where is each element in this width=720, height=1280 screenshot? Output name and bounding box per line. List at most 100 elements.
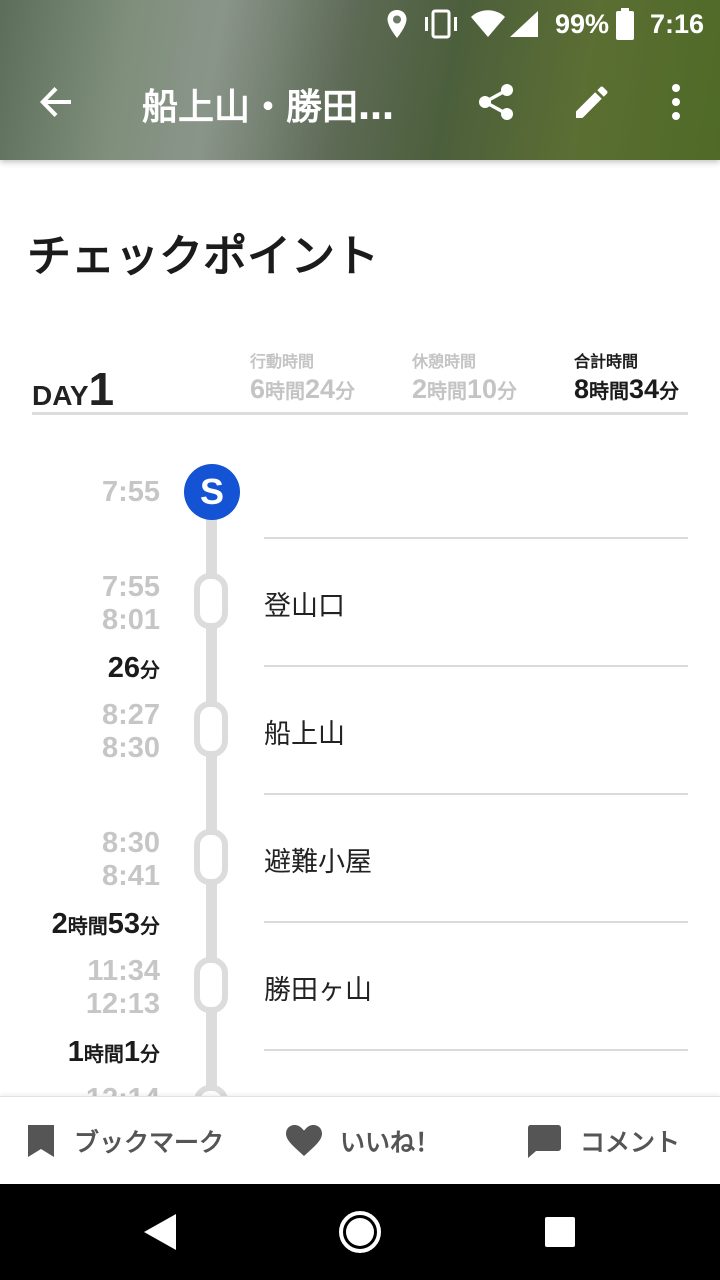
checkpoint-node [194, 573, 228, 629]
comment-label: コメント [580, 1128, 681, 1157]
duration-hours: 1 [67, 1036, 84, 1068]
stat-minutes: 24 [305, 374, 336, 404]
nav-back-button[interactable] [136, 1208, 184, 1256]
day-number: 1 [88, 363, 115, 415]
more-vert-icon [672, 84, 680, 120]
system-navigation-bar [0, 1184, 720, 1280]
header: 99% 7:16 船上山・勝田… [0, 0, 720, 160]
stat-minutes-unit: 分 [497, 381, 518, 403]
battery-icon [614, 0, 636, 48]
like-button[interactable]: いいね！ [286, 1097, 440, 1185]
stat-active-time: 行動時間 6時間24分 [250, 348, 355, 405]
triangle-back-icon [144, 1214, 176, 1250]
signal-icon [508, 0, 540, 48]
stat-hours-unit: 時間 [427, 381, 468, 403]
status-bar: 99% 7:16 [0, 0, 720, 48]
stat-minutes-unit: 分 [659, 381, 680, 403]
checkpoint-name[interactable]: 登山口 [264, 584, 345, 623]
depart-time: 8:41 [101, 860, 160, 892]
bookmark-button[interactable]: ブックマーク [26, 1097, 224, 1185]
arrive-time: 8:30 [101, 827, 160, 859]
start-time: 7:55 [101, 476, 160, 508]
day-label: DAY1 [32, 362, 114, 416]
checkpoint-name[interactable]: 勝田ヶ山 [264, 968, 372, 1007]
duration-hours-unit: 時間 [83, 1044, 124, 1066]
day-summary: DAY1 行動時間 6時間24分 休憩時間 2時間10分 合計時間 8時間34分 [32, 340, 688, 415]
comment-icon [528, 1125, 561, 1158]
arrive-time: 8:27 [101, 699, 160, 731]
stat-hours-unit: 時間 [589, 381, 630, 403]
square-recents-icon [545, 1217, 575, 1247]
stat-total-time: 合計時間 8時間34分 [574, 348, 679, 405]
more-menu-button[interactable] [648, 74, 704, 130]
stat-label: 行動時間 [250, 354, 315, 371]
wifi-icon [470, 0, 506, 48]
page-title: チェックポイント [27, 231, 379, 282]
location-icon [386, 0, 408, 48]
pencil-icon [576, 86, 608, 118]
share-button[interactable] [468, 74, 524, 130]
checkpoint-name[interactable]: 船上山 [264, 712, 345, 751]
battery-percent: 99% [555, 8, 610, 39]
nav-home-button[interactable] [336, 1208, 384, 1256]
app-bar: 船上山・勝田… [0, 48, 720, 160]
separator [264, 537, 688, 539]
duration-minutes-unit: 分 [140, 1044, 160, 1066]
like-label: いいね！ [340, 1128, 441, 1157]
separator [264, 793, 688, 795]
checkpoint-time: 8:27 8:30 [102, 699, 160, 765]
depart-time: 8:01 [101, 604, 160, 636]
separator [264, 1049, 688, 1051]
depart-time: 12:13 [85, 988, 160, 1020]
back-button[interactable] [28, 74, 84, 130]
duration-minutes: 1 [123, 1036, 140, 1068]
duration-minutes: 26 [107, 652, 140, 684]
start-badge: S [184, 464, 240, 520]
duration-minutes-unit: 分 [140, 916, 160, 938]
duration-hours-unit: 時間 [67, 916, 108, 938]
segment-duration: 1時間1分 [68, 1036, 160, 1069]
stat-hours-unit: 時間 [265, 381, 306, 403]
duration-hours: 2 [51, 908, 68, 940]
arrive-time: 11:34 [87, 955, 160, 987]
segment-duration: 2時間53分 [52, 908, 160, 941]
checkpoint-time: 11:34 12:13 [86, 955, 160, 1021]
duration-minutes-unit: 分 [140, 660, 160, 682]
depart-time: 8:30 [101, 732, 160, 764]
bookmark-label: ブックマーク [74, 1128, 225, 1157]
checkpoint-time: 7:55 8:01 [102, 571, 160, 637]
edit-button[interactable] [564, 74, 620, 130]
stat-label: 休憩時間 [412, 354, 477, 371]
comment-button[interactable]: コメント [526, 1097, 680, 1185]
separator [264, 665, 688, 667]
stat-label: 合計時間 [574, 354, 639, 371]
arrow-back-icon [40, 87, 71, 117]
heart-icon [286, 1125, 322, 1156]
day-text: DAY [32, 380, 89, 411]
share-icon [479, 84, 513, 120]
checkpoint-name[interactable]: 避難小屋 [264, 840, 372, 879]
checkpoint-node [194, 957, 228, 1013]
stat-minutes: 34 [629, 374, 660, 404]
checkpoint-node [194, 701, 228, 757]
stat-rest-time: 休憩時間 2時間10分 [412, 348, 517, 405]
clock: 7:16 [650, 8, 705, 39]
checkpoint-time: 8:30 8:41 [102, 827, 160, 893]
stat-hours: 2 [412, 374, 428, 404]
arrive-time: 7:55 [101, 571, 160, 603]
checkpoint-node [194, 829, 228, 885]
separator [264, 921, 688, 923]
page-header-title: 船上山・勝田… [142, 87, 395, 128]
circle-home-icon [339, 1211, 381, 1253]
stat-hours: 8 [574, 374, 590, 404]
vibrate-icon [422, 0, 460, 48]
stat-minutes: 10 [467, 374, 498, 404]
duration-minutes: 53 [107, 908, 140, 940]
bookmark-icon [28, 1125, 54, 1157]
stat-hours: 6 [250, 374, 266, 404]
checkpoint-timeline: 7:55 S 7:55 8:01 登山口 26分 8:27 8:30 船上山 8:3… [0, 430, 720, 1100]
nav-recents-button[interactable] [536, 1208, 584, 1256]
bottom-action-bar: ブックマーク いいね！ コメント [0, 1096, 720, 1185]
stat-minutes-unit: 分 [335, 381, 356, 403]
segment-duration: 26分 [108, 652, 160, 685]
